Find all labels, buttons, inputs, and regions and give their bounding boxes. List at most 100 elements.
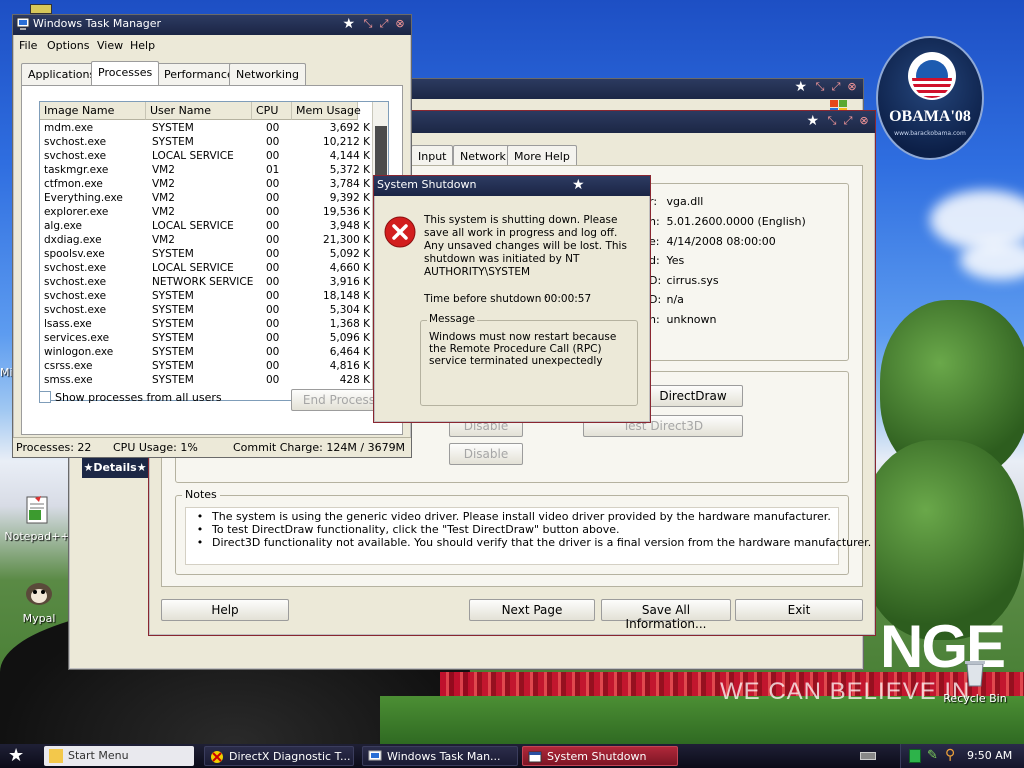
task-manager-window[interactable]: Windows Task Manager ★ ⤡ ⤢ ⊗ File Option… xyxy=(12,14,412,458)
process-name: ctfmon.exe xyxy=(44,178,103,190)
process-cpu: 00 xyxy=(266,318,280,330)
process-user: SYSTEM xyxy=(152,290,194,302)
process-cpu: 00 xyxy=(266,346,280,358)
theme-star-icon: ★ xyxy=(794,79,807,95)
exit-button[interactable]: Exit xyxy=(735,599,863,621)
process-row[interactable]: svchost.exe SYSTEM 00 18,148 K xyxy=(40,290,372,304)
process-row[interactable]: lsass.exe SYSTEM 00 1,368 K xyxy=(40,318,372,332)
status-cpu: CPU Usage: 1% xyxy=(113,441,198,454)
driver-info-row: r: vga.dll xyxy=(649,195,704,208)
next-page-button[interactable]: Next Page xyxy=(469,599,595,621)
process-name: spoolsv.exe xyxy=(44,248,105,260)
process-cpu: 00 xyxy=(266,248,280,260)
process-user: SYSTEM xyxy=(152,332,194,344)
process-row[interactable]: explorer.exe VM2 00 19,536 K xyxy=(40,206,372,220)
process-user: LOCAL SERVICE xyxy=(152,150,234,162)
minimize-icon[interactable]: ⤡ xyxy=(813,80,827,94)
menu-help[interactable]: Help xyxy=(130,39,155,52)
theme-star-icon: ★ xyxy=(806,113,819,129)
column-header-image-name[interactable]: Image Name xyxy=(40,102,146,120)
maximize-icon[interactable]: ⤢ xyxy=(841,114,855,128)
process-row[interactable]: smss.exe SYSTEM 00 428 K xyxy=(40,374,372,388)
column-header-cpu[interactable]: CPU xyxy=(252,102,292,120)
system-shutdown-titlebar[interactable]: System Shutdown ★ xyxy=(374,176,650,196)
save-all-information-button[interactable]: Save All Information... xyxy=(601,599,731,631)
process-user: SYSTEM xyxy=(152,248,194,260)
desktop-icon-label: Mi xyxy=(0,366,13,379)
notes-item: • The system is using the generic video d… xyxy=(196,510,831,523)
message-group-text: Windows must now restart because the Rem… xyxy=(429,331,617,367)
taskbar-task-manager[interactable]: Windows Task Man... xyxy=(362,746,518,766)
notes-item: • Direct3D functionality not available. Y… xyxy=(196,536,872,549)
process-cpu: 00 xyxy=(266,178,280,190)
close-icon[interactable]: ⊗ xyxy=(857,114,871,128)
tray-network-icon[interactable]: ✎ xyxy=(927,748,938,763)
desktop-gadget-icon[interactable] xyxy=(30,4,52,14)
help-button[interactable]: Help xyxy=(161,599,289,621)
process-name: winlogon.exe xyxy=(44,346,114,358)
process-row[interactable]: services.exe SYSTEM 00 5,096 K xyxy=(40,332,372,346)
column-header-mem-usage[interactable]: Mem Usage xyxy=(292,102,361,120)
desktop-icon-notepadpp[interactable]: Notepad++ xyxy=(2,494,72,543)
process-row[interactable]: mdm.exe SYSTEM 00 3,692 K xyxy=(40,122,372,136)
menu-view[interactable]: View xyxy=(97,39,123,52)
process-row[interactable]: csrss.exe SYSTEM 00 4,816 K xyxy=(40,360,372,374)
process-mem: 1,368 K xyxy=(329,318,370,330)
tab-input[interactable]: Input xyxy=(411,145,454,167)
process-row[interactable]: spoolsv.exe SYSTEM 00 5,092 K xyxy=(40,248,372,262)
desktop-icon-recycle-bin[interactable]: Recycle Bin xyxy=(940,656,1010,705)
disable-direct3d-button[interactable]: Disable xyxy=(449,443,523,465)
system-shutdown-dialog[interactable]: System Shutdown ★ This system is shuttin… xyxy=(373,175,651,423)
minimize-icon[interactable]: ⤡ xyxy=(361,17,375,31)
keyboard-icon[interactable] xyxy=(860,752,876,760)
process-row[interactable]: svchost.exe LOCAL SERVICE 00 4,144 K xyxy=(40,150,372,164)
process-row[interactable]: svchost.exe SYSTEM 00 5,304 K xyxy=(40,304,372,318)
driver-info-row: n: unknown xyxy=(649,313,717,326)
test-directdraw-button[interactable]: DirectDraw xyxy=(643,385,743,407)
minimize-icon[interactable]: ⤡ xyxy=(825,114,839,128)
shutdown-message: This system is shutting down. Please sav… xyxy=(424,214,627,278)
process-name: csrss.exe xyxy=(44,360,93,372)
process-table[interactable]: Image Name User Name CPU Mem Usage mdm.e… xyxy=(39,101,389,401)
show-all-users-checkbox[interactable] xyxy=(39,391,51,403)
process-row[interactable]: svchost.exe NETWORK SERVICE 00 3,916 K xyxy=(40,276,372,290)
tray-green-icon[interactable] xyxy=(909,749,921,763)
recycle-bin-icon xyxy=(965,661,985,687)
process-row[interactable]: svchost.exe SYSTEM 00 10,212 K xyxy=(40,136,372,150)
process-row[interactable]: svchost.exe LOCAL SERVICE 00 4,660 K xyxy=(40,262,372,276)
tab-more-help[interactable]: More Help xyxy=(507,145,577,167)
task-manager-titlebar[interactable]: Windows Task Manager ★ ⤡ ⤢ ⊗ xyxy=(13,15,411,35)
clock[interactable]: 9:50 AM xyxy=(967,749,1012,762)
notepadpp-icon xyxy=(26,496,48,524)
driver-info-row: d: Yes xyxy=(649,254,685,267)
process-row[interactable]: dxdiag.exe VM2 00 21,300 K xyxy=(40,234,372,248)
close-icon[interactable]: ⊗ xyxy=(393,17,407,31)
process-mem: 4,144 K xyxy=(329,150,370,162)
tray-search-icon[interactable]: ⚲ xyxy=(945,747,955,763)
maximize-icon[interactable]: ⤢ xyxy=(377,17,391,31)
start-button[interactable]: ★ xyxy=(0,744,40,768)
close-icon[interactable]: ⊗ xyxy=(845,80,859,94)
menu-file[interactable]: File xyxy=(19,39,37,52)
taskbar-start-menu[interactable]: Start Menu xyxy=(44,746,194,766)
process-user: LOCAL SERVICE xyxy=(152,262,234,274)
tab-processes[interactable]: Processes xyxy=(91,61,160,85)
process-row[interactable]: Everything.exe VM2 00 9,392 K xyxy=(40,192,372,206)
taskbar-system-shutdown[interactable]: System Shutdown xyxy=(522,746,678,766)
desktop-icon-mypal[interactable]: Mypal xyxy=(4,576,74,625)
theme-star-icon: ★ xyxy=(342,16,355,32)
details-label[interactable]: ★Details★ xyxy=(82,458,148,478)
process-row[interactable]: ctfmon.exe VM2 00 3,784 K xyxy=(40,178,372,192)
process-row[interactable]: taskmgr.exe VM2 01 5,372 K xyxy=(40,164,372,178)
maximize-icon[interactable]: ⤢ xyxy=(829,80,843,94)
taskbar-dxdiag[interactable]: DirectX Diagnostic T... xyxy=(204,746,354,766)
tab-networking[interactable]: Networking xyxy=(229,63,306,85)
tab-network[interactable]: Network xyxy=(453,145,513,167)
column-header-user-name[interactable]: User Name xyxy=(146,102,252,120)
menu-options[interactable]: Options xyxy=(47,39,89,52)
notes-title: Notes xyxy=(182,488,220,501)
process-row[interactable]: winlogon.exe SYSTEM 00 6,464 K xyxy=(40,346,372,360)
process-mem: 4,816 K xyxy=(329,360,370,372)
process-name: svchost.exe xyxy=(44,276,107,288)
process-row[interactable]: alg.exe LOCAL SERVICE 00 3,948 K xyxy=(40,220,372,234)
